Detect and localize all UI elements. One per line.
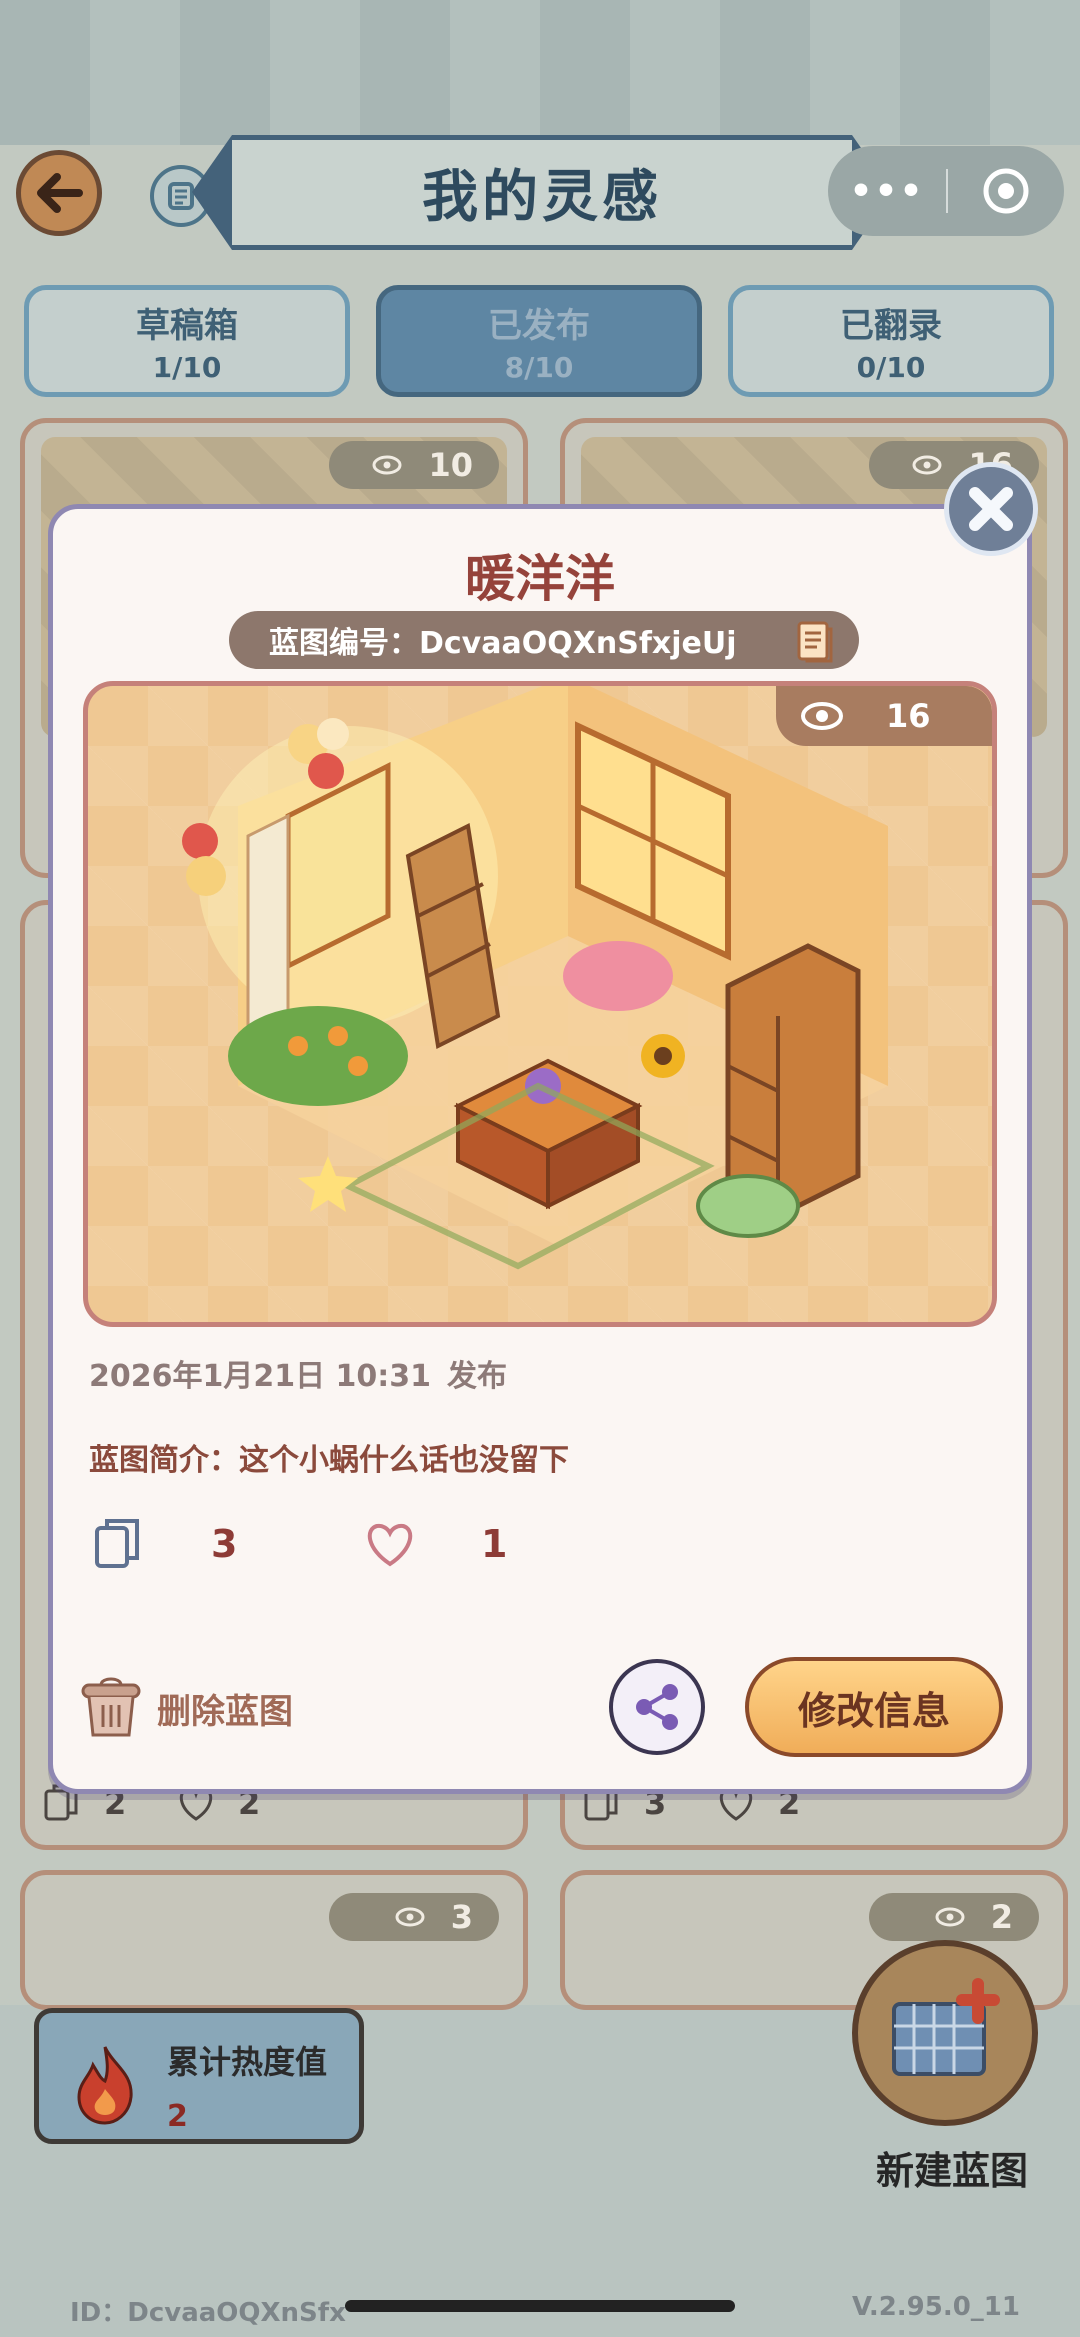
tab-label: 草稿箱 (136, 306, 238, 346)
mini-program-capsule: ••• (828, 146, 1064, 236)
top-background (0, 0, 1080, 145)
close-modal-button[interactable] (944, 462, 1038, 556)
blueprint-preview-image: 16 (83, 681, 997, 1327)
page-title: 我的灵感 (192, 135, 892, 250)
home-indicator[interactable] (345, 2300, 735, 2312)
blueprint-card[interactable]: 3 (20, 1870, 528, 2010)
tab-count: 0/10 (856, 351, 926, 384)
trash-basket-icon (81, 1677, 141, 1737)
new-blueprint-icon (892, 1978, 1000, 2076)
tab-label: 已翻录 (840, 306, 942, 346)
card-views-count: 10 (428, 446, 473, 484)
back-button[interactable] (16, 150, 102, 236)
edit-info-button[interactable]: 修改信息 (745, 1657, 1003, 1757)
tab-drafts[interactable]: 草稿箱 1/10 (24, 285, 350, 397)
close-icon (969, 487, 1013, 531)
blueprint-title: 暖洋洋 (465, 550, 615, 608)
copy-icon (95, 1519, 139, 1568)
heat-value-panel: 累计热度值 2 (34, 2008, 364, 2144)
card-views: 2 (869, 1893, 1039, 1941)
tab-label: 已发布 (488, 306, 590, 346)
eye-icon (801, 702, 843, 730)
tab-copied[interactable]: 已翻录 0/10 (728, 285, 1054, 397)
blueprint-detail-modal: 暖洋洋 蓝图编号：DcvaaOQXnSfxjeUj 16 2026年1月21日 … (48, 504, 1032, 1794)
tab-bar: 草稿箱 1/10 已发布 8/10 已翻录 0/10 (24, 285, 1060, 397)
eye-icon (372, 455, 402, 475)
new-blueprint-button[interactable] (852, 1940, 1038, 2126)
tab-count: 1/10 (152, 351, 222, 384)
publish-date: 2026年1月21日 10:31 (89, 1359, 432, 1394)
delete-blueprint-label: 删除蓝图 (157, 1691, 293, 1732)
new-blueprint-label: 新建蓝图 (875, 2149, 1028, 2193)
card-views: 3 (329, 1893, 499, 1941)
tab-published[interactable]: 已发布 8/10 (376, 285, 702, 397)
app-version: V.2.95.0_11 (852, 2292, 1020, 2322)
copy-id-button[interactable] (793, 617, 837, 671)
card-views: 10 (329, 441, 499, 489)
share-icon (636, 1684, 678, 1730)
close-miniprogram-button[interactable] (948, 166, 1064, 216)
preview-views-count: 16 (886, 697, 931, 735)
card-views-count: 3 (450, 1898, 473, 1936)
eye-icon (935, 1907, 965, 1927)
blueprint-description: 蓝图简介：这个小蜗什么话也没留下 (89, 1443, 569, 1478)
tab-count: 8/10 (504, 351, 574, 384)
copies-count: 3 (211, 1522, 238, 1566)
share-button[interactable] (609, 1659, 705, 1755)
delete-blueprint-button[interactable]: 删除蓝图 (79, 1675, 293, 1741)
flame-icon (77, 2046, 133, 2125)
publish-status: 发布 (447, 1359, 507, 1394)
heat-value: 2 (167, 2099, 188, 2134)
room-illustration (182, 686, 888, 1270)
more-button[interactable]: ••• (828, 171, 946, 212)
likes-count: 1 (481, 1522, 508, 1566)
heart-icon[interactable] (361, 1519, 419, 1569)
user-id: ID：DcvaaOQXnSfx (70, 2298, 346, 2328)
target-icon (983, 168, 1029, 214)
blueprint-id: 蓝图编号：DcvaaOQXnSfxjeUj (229, 611, 859, 669)
preview-views: 16 (776, 686, 992, 746)
arrow-left-icon (37, 173, 83, 213)
eye-icon (912, 455, 942, 475)
card-views-count: 2 (990, 1898, 1013, 1936)
document-copy-icon (797, 621, 833, 663)
blueprint-id-text: 蓝图编号：DcvaaOQXnSfxjeUj (269, 626, 737, 661)
blueprint-stats: 3 1 (89, 1509, 507, 1579)
heat-label: 累计热度值 (167, 2043, 328, 2081)
eye-icon (395, 1907, 425, 1927)
